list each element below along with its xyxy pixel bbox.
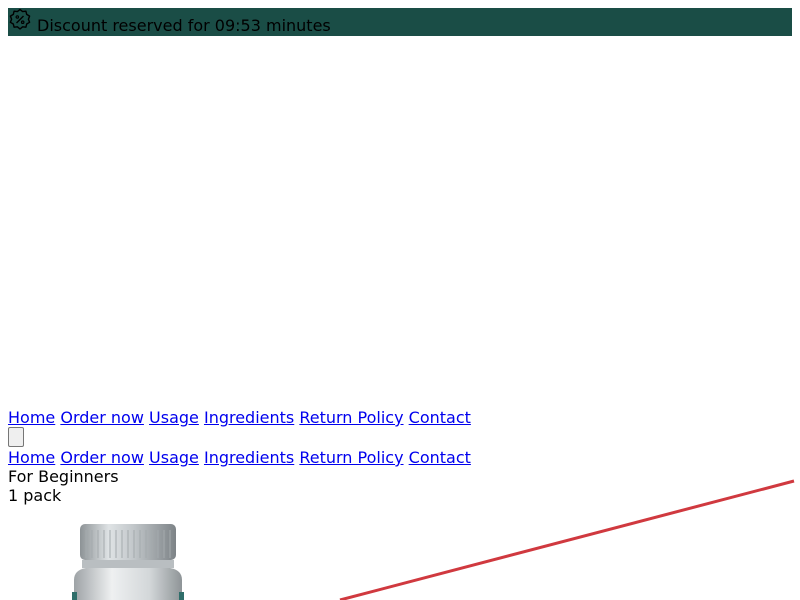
mobile-nav-link-home[interactable]: Home — [8, 448, 55, 467]
discount-banner: Discount reserved for 09:53 minutes — [8, 8, 792, 36]
mobile-nav-link-order-now[interactable]: Order now — [60, 448, 144, 467]
menu-toggle-button[interactable] — [8, 427, 24, 447]
discount-badge-icon — [8, 8, 32, 32]
nav-link-usage[interactable]: Usage — [149, 408, 199, 427]
nav-link-order-now[interactable]: Order now — [60, 408, 144, 427]
mobile-nav-link-usage[interactable]: Usage — [149, 448, 199, 467]
offer-title: For Beginners — [8, 467, 119, 486]
nav-link-return-policy[interactable]: Return Policy — [299, 408, 403, 427]
nav-link-ingredients[interactable]: Ingredients — [204, 408, 294, 427]
offer-pack-count: 1 pack — [8, 486, 62, 505]
mobile-nav-link-contact[interactable]: Contact — [409, 448, 471, 467]
discount-timer-text: Discount reserved for 09:53 minutes — [37, 16, 331, 35]
mobile-nav-link-return-policy[interactable]: Return Policy — [299, 448, 403, 467]
nav-link-home[interactable]: Home — [8, 408, 55, 427]
mobile-nav: Home Order now Usage Ingredients Return … — [8, 448, 471, 467]
nav-link-contact[interactable]: Contact — [409, 408, 471, 427]
price-strike-line — [339, 479, 795, 600]
supplement-bottle-image — [72, 520, 184, 600]
page: Discount reserved for 09:53 minutes Home… — [0, 0, 800, 600]
main-nav: Home Order now Usage Ingredients Return … — [8, 408, 471, 427]
mobile-nav-link-ingredients[interactable]: Ingredients — [204, 448, 294, 467]
